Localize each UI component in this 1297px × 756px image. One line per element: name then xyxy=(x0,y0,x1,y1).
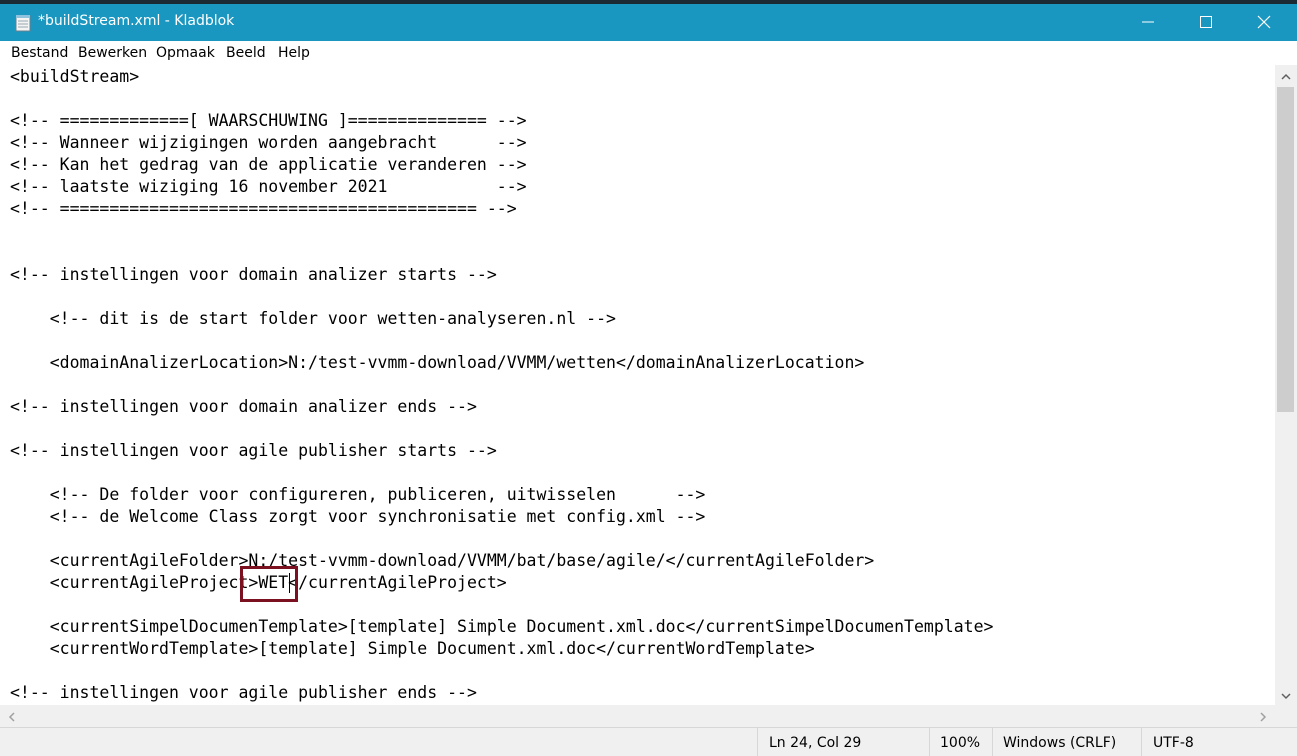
code-line: <domainAnalizerLocation>N:/test-vvmm-dow… xyxy=(10,353,865,372)
line-ending: Windows (CRLF) xyxy=(1003,735,1117,751)
code-line: <currentSimpelDocumenTemplate>[template]… xyxy=(10,617,994,636)
code-line: <!-- instellingen voor agile publisher e… xyxy=(10,683,477,702)
code-line: <!-- de Welcome Class zorgt voor synchro… xyxy=(10,507,706,526)
status-bar: Ln 24, Col 29 100% Windows (CRLF) UTF-8 xyxy=(0,727,1297,756)
menu-beeld[interactable]: Beeld xyxy=(226,45,266,61)
notepad-icon xyxy=(15,14,31,32)
encoding: UTF-8 xyxy=(1153,735,1194,751)
code-line: <!-- laatste wiziging 16 november 2021 -… xyxy=(10,177,527,196)
status-line-ending-segment: Windows (CRLF) xyxy=(992,728,1142,756)
scroll-right-icon[interactable] xyxy=(1256,709,1270,723)
status-zoom-segment: 100% xyxy=(929,728,993,756)
vertical-scroll-thumb[interactable] xyxy=(1277,87,1294,412)
scrollbar-corner xyxy=(1275,705,1297,727)
maximize-button[interactable] xyxy=(1178,4,1236,41)
scroll-left-icon[interactable] xyxy=(5,709,19,723)
code-line: <!-- Kan het gedrag van de applicatie ve… xyxy=(10,155,527,174)
menu-bewerken[interactable]: Bewerken xyxy=(78,45,147,61)
text-editor[interactable]: <buildStream> <!-- =============[ WAARSC… xyxy=(0,65,1275,705)
code-line: <currentAgileFolder>N:/test-vvmm-downloa… xyxy=(10,551,875,570)
menu-help[interactable]: Help xyxy=(278,45,310,61)
code-line: <!-- ===================================… xyxy=(10,199,517,218)
code-line: <!-- dit is de start folder voor wetten-… xyxy=(10,309,616,328)
close-button[interactable] xyxy=(1236,4,1294,41)
code-line: <!-- instellingen voor agile publisher s… xyxy=(10,441,497,460)
code-line: <!-- instellingen voor domain analizer e… xyxy=(10,397,477,416)
zoom-level: 100% xyxy=(940,735,981,751)
menu-bestand[interactable]: Bestand xyxy=(11,45,68,61)
code-line: <currentWordTemplate>[template] Simple D… xyxy=(10,639,815,658)
horizontal-scrollbar[interactable] xyxy=(0,705,1275,727)
code-line: <!-- Wanneer wijzigingen worden aangebra… xyxy=(10,133,527,152)
menu-bar: Bestand Bewerken Opmaak Beeld Help xyxy=(0,41,1297,66)
cursor-position: Ln 24, Col 29 xyxy=(769,735,862,751)
title-bar[interactable]: *buildStream.xml - Kladblok xyxy=(0,4,1297,41)
code-line: <!-- =============[ WAARSCHUWING ]======… xyxy=(10,111,527,130)
code-line: <!-- instellingen voor domain analizer s… xyxy=(10,265,497,284)
close-icon xyxy=(1257,15,1271,29)
code-line: <buildStream> xyxy=(10,67,140,86)
scroll-up-icon[interactable] xyxy=(1279,69,1293,83)
minimize-icon xyxy=(1142,21,1154,23)
maximize-icon xyxy=(1200,16,1212,28)
scroll-down-icon[interactable] xyxy=(1279,688,1293,702)
menu-opmaak[interactable]: Opmaak xyxy=(156,45,215,61)
text-cursor xyxy=(289,573,290,593)
status-encoding-segment: UTF-8 xyxy=(1141,728,1297,756)
code-line: <!-- De folder voor configureren, public… xyxy=(10,485,706,504)
minimize-button[interactable] xyxy=(1120,4,1178,41)
window-title: *buildStream.xml - Kladblok xyxy=(38,13,235,29)
status-position-segment: Ln 24, Col 29 xyxy=(757,728,930,756)
